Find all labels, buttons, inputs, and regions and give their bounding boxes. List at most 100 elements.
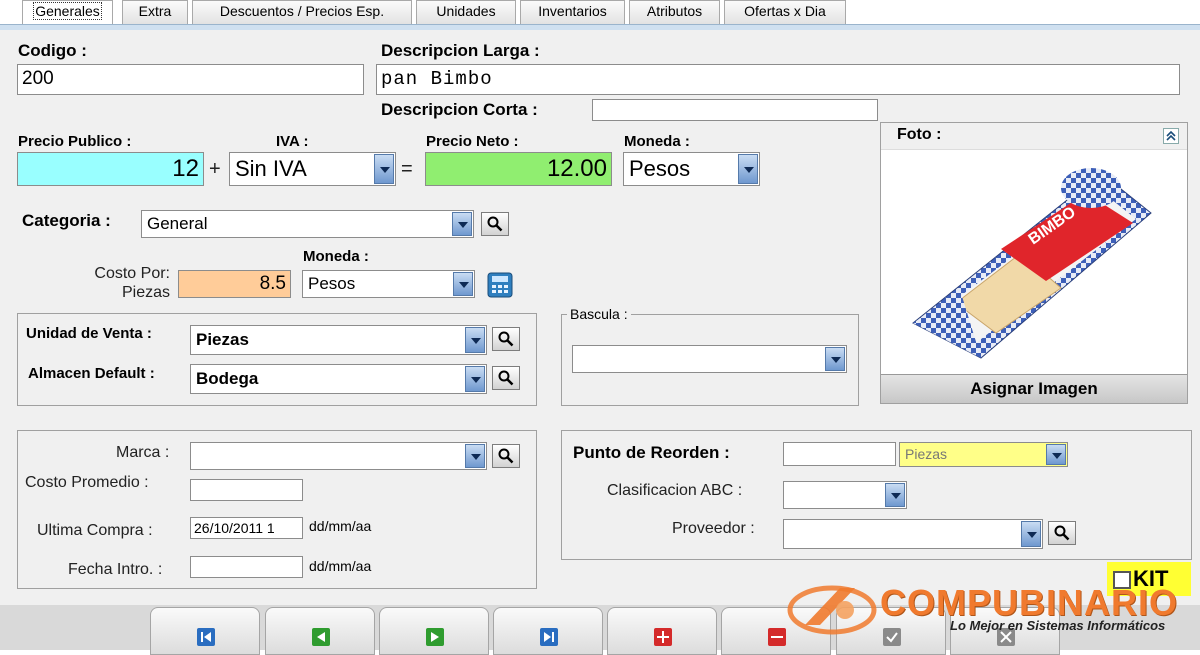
clasificacion-select[interactable]	[783, 481, 907, 509]
last-record-button[interactable]	[493, 607, 603, 655]
precio-publico-input[interactable]: 12	[17, 152, 204, 186]
desc-corta-label: Descripcion Corta :	[381, 100, 538, 119]
chevron-down-icon[interactable]	[825, 347, 845, 371]
chevron-down-icon[interactable]	[465, 444, 485, 468]
foto-header: Foto :	[881, 123, 1187, 150]
brand-tagline: Lo Mejor en Sistemas Informáticos	[950, 618, 1166, 633]
brand-logo: COMPUBINARIO Lo Mejor en Sistemas Inform…	[785, 580, 1195, 650]
costo-moneda-select[interactable]: Pesos	[302, 270, 475, 298]
fecha-intro-input[interactable]	[190, 556, 303, 578]
collapse-up-icon[interactable]	[1163, 128, 1179, 144]
almacen-select[interactable]: Bodega	[190, 364, 487, 394]
desc-corta-input[interactable]	[592, 99, 878, 121]
iva-value: Sin IVA	[235, 156, 307, 181]
tab-extra[interactable]: Extra	[122, 0, 188, 24]
categoria-search-button[interactable]	[481, 212, 509, 236]
chevron-down-icon[interactable]	[885, 483, 905, 507]
foto-label: Foto :	[897, 126, 942, 143]
iva-label: IVA :	[276, 133, 309, 150]
last-icon	[540, 628, 558, 646]
almacen-search-button[interactable]	[492, 366, 520, 390]
next-record-button[interactable]	[379, 607, 489, 655]
tab-descuentos[interactable]: Descuentos / Precios Esp.	[192, 0, 412, 24]
next-icon	[426, 628, 444, 646]
calculator-button[interactable]	[486, 271, 514, 299]
asignar-imagen-button[interactable]: Asignar Imagen	[881, 374, 1187, 403]
marca-search-button[interactable]	[492, 444, 520, 468]
tab-inventarios[interactable]: Inventarios	[520, 0, 625, 24]
ultima-compra-format: dd/mm/aa	[309, 518, 372, 534]
chevron-down-icon[interactable]	[374, 154, 394, 184]
categoria-select[interactable]: General	[141, 210, 474, 238]
bascula-label: Bascula :	[567, 306, 631, 322]
reorden-unit-select[interactable]: Piezas	[899, 442, 1068, 467]
chevron-down-icon[interactable]	[1021, 521, 1041, 547]
add-icon	[654, 628, 672, 646]
chevron-down-icon[interactable]	[1046, 444, 1066, 465]
unidad-venta-label: Unidad de Venta :	[26, 325, 152, 342]
moneda-value: Pesos	[629, 156, 691, 181]
tab-ofertas[interactable]: Ofertas x Dia	[724, 0, 846, 24]
delete-icon	[768, 628, 786, 646]
search-icon	[498, 370, 514, 386]
chevron-down-icon[interactable]	[452, 212, 472, 236]
desc-larga-input[interactable]: pan Bimbo	[376, 64, 1180, 95]
fecha-intro-label: Fecha Intro. :	[68, 561, 163, 578]
proveedor-search-button[interactable]	[1048, 521, 1076, 545]
marca-label: Marca :	[116, 444, 170, 461]
costo-input[interactable]: 8.5	[178, 270, 291, 298]
precio-publico-label: Precio Publico :	[18, 133, 132, 150]
search-icon	[498, 331, 514, 347]
costo-promedio-input[interactable]	[190, 479, 303, 501]
moneda-select[interactable]: Pesos	[623, 152, 760, 186]
chevron-down-icon[interactable]	[453, 272, 473, 296]
unidad-venta-select[interactable]: Piezas	[190, 325, 487, 355]
categoria-value: General	[147, 214, 208, 233]
fecha-intro-format: dd/mm/aa	[309, 558, 372, 574]
iva-select[interactable]: Sin IVA	[229, 152, 396, 186]
tab-bar: Generales Extra Descuentos / Precios Esp…	[0, 0, 1200, 26]
calculator-icon	[487, 272, 513, 298]
foto-panel: Foto : BIMBO Asignar Imagen	[880, 122, 1188, 404]
unidad-search-button[interactable]	[492, 327, 520, 351]
previous-icon	[312, 628, 330, 646]
almacen-value: Bodega	[196, 369, 259, 388]
proveedor-label: Proveedor :	[672, 520, 755, 537]
search-icon	[487, 216, 503, 232]
chevron-down-icon[interactable]	[738, 154, 758, 184]
desc-larga-label: Descripcion Larga :	[381, 41, 540, 60]
codigo-input[interactable]: 200	[17, 64, 364, 95]
costo-label: Costo Por: Piezas	[94, 265, 170, 301]
moneda-label: Moneda :	[624, 133, 690, 150]
tab-atributos[interactable]: Atributos	[629, 0, 720, 24]
costo-moneda-value: Pesos	[308, 274, 356, 293]
reorden-input[interactable]	[783, 442, 896, 466]
costo-moneda-label: Moneda :	[303, 248, 369, 265]
compubinario-logo-icon	[787, 585, 877, 635]
product-photo-image: BIMBO	[912, 168, 1152, 359]
tab-unidades[interactable]: Unidades	[416, 0, 516, 24]
plus-sign: +	[209, 158, 221, 180]
precio-neto-value: 12.00	[425, 152, 612, 186]
marca-select[interactable]	[190, 442, 487, 470]
bascula-select[interactable]	[572, 345, 847, 373]
categoria-label: Categoria :	[22, 211, 111, 230]
chevron-down-icon[interactable]	[465, 366, 485, 392]
reorden-unit-value: Piezas	[905, 446, 948, 462]
search-icon	[498, 448, 514, 464]
unidad-venta-value: Piezas	[196, 330, 249, 349]
previous-record-button[interactable]	[265, 607, 375, 655]
tab-generales[interactable]: Generales	[22, 0, 113, 26]
almacen-label: Almacen Default :	[28, 365, 155, 382]
add-record-button[interactable]	[607, 607, 717, 655]
ultima-compra-input[interactable]: 26/10/2011 1	[190, 517, 303, 539]
first-icon	[197, 628, 215, 646]
chevron-down-icon[interactable]	[465, 327, 485, 353]
reorden-label: Punto de Reorden :	[573, 443, 730, 462]
equals-sign: =	[401, 158, 413, 180]
search-icon	[1054, 525, 1070, 541]
first-record-button[interactable]	[150, 607, 260, 655]
proveedor-select[interactable]	[783, 519, 1043, 549]
costo-promedio-label: Costo Promedio :	[25, 474, 149, 491]
clasificacion-label: Clasificacion ABC :	[607, 482, 743, 499]
